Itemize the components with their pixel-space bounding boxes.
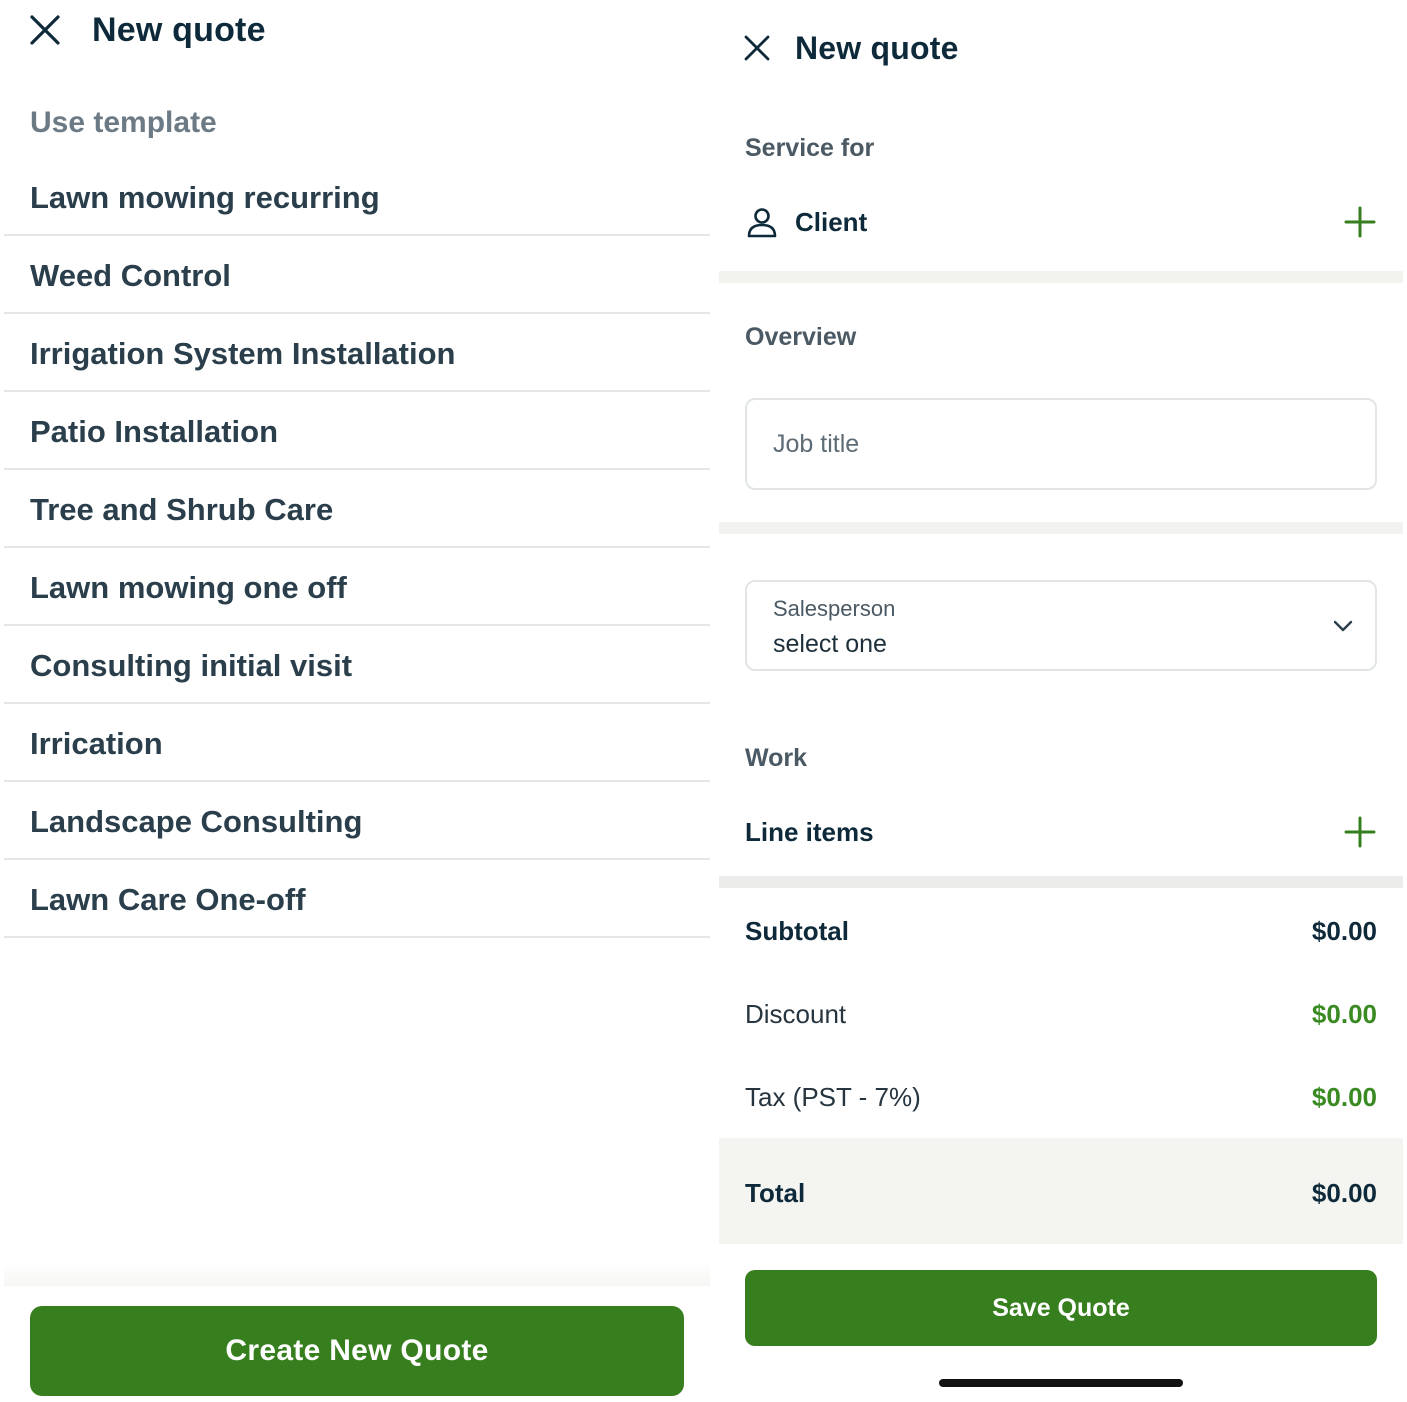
chevron-down-icon	[1333, 620, 1353, 632]
total-amount: $0.00	[1311, 1177, 1377, 1208]
discount-row[interactable]: Discount $0.00	[745, 995, 1377, 1033]
template-picker-screen: New quote Use template Lawn mowing recur…	[0, 0, 712, 1402]
template-item[interactable]: Weed Control	[4, 236, 710, 314]
client-label: Client	[795, 206, 868, 237]
salesperson-value: select one	[773, 630, 887, 658]
home-indicator[interactable]	[939, 1379, 1183, 1387]
use-template-heading: Use template	[30, 106, 217, 139]
section-divider	[719, 876, 1403, 888]
template-item[interactable]: Lawn mowing recurring	[4, 158, 710, 236]
template-item[interactable]: Tree and Shrub Care	[4, 470, 710, 548]
header: New quote	[28, 8, 266, 52]
new-quote-form-screen: New quote Service for Client Overview Jo…	[719, 0, 1403, 1402]
footer-shadow	[4, 1262, 710, 1286]
line-items-row[interactable]: Line items	[745, 810, 1377, 854]
person-icon	[747, 208, 777, 238]
subtotal-amount: $0.00	[1311, 915, 1377, 946]
total-label: Total	[745, 1177, 806, 1208]
close-icon[interactable]	[743, 34, 771, 62]
discount-amount[interactable]: $0.00	[1312, 999, 1377, 1030]
line-items-label: Line items	[745, 816, 874, 847]
close-icon[interactable]	[28, 13, 62, 47]
header: New quote	[743, 28, 959, 68]
salesperson-label: Salesperson	[773, 596, 896, 621]
work-label: Work	[745, 744, 808, 772]
template-item[interactable]: Patio Installation	[4, 392, 710, 470]
salesperson-select[interactable]: Salesperson select one	[745, 580, 1377, 671]
template-item[interactable]: Irrication	[4, 704, 710, 782]
template-item[interactable]: Lawn mowing one off	[4, 548, 710, 626]
template-item[interactable]: Irrigation System Installation	[4, 314, 710, 392]
template-item[interactable]: Lawn Care One-off	[4, 860, 710, 938]
tax-row[interactable]: Tax (PST - 7%) $0.00	[745, 1078, 1377, 1116]
add-line-item-plus-icon[interactable]	[1343, 815, 1377, 849]
template-list: Lawn mowing recurring Weed Control Irrig…	[4, 158, 710, 938]
subtotal-label: Subtotal	[745, 915, 849, 946]
overview-label: Overview	[745, 323, 857, 351]
page-title: New quote	[92, 10, 266, 49]
create-new-quote-button[interactable]: Create New Quote	[30, 1306, 684, 1396]
subtotal-row: Subtotal $0.00	[745, 912, 1377, 950]
total-row: Total $0.00	[745, 1174, 1377, 1212]
tax-amount[interactable]: $0.00	[1312, 1082, 1377, 1113]
client-row[interactable]: Client	[745, 200, 1377, 244]
service-for-label: Service for	[745, 134, 875, 162]
discount-label: Discount	[745, 998, 847, 1029]
template-item[interactable]: Landscape Consulting	[4, 782, 710, 860]
template-item[interactable]: Consulting initial visit	[4, 626, 710, 704]
tax-label: Tax (PST - 7%)	[745, 1081, 921, 1112]
job-title-input[interactable]: Job title	[745, 398, 1377, 490]
section-divider	[719, 522, 1403, 534]
add-client-plus-icon[interactable]	[1343, 205, 1377, 239]
section-divider	[719, 271, 1403, 283]
page-title: New quote	[795, 29, 959, 66]
save-quote-button[interactable]: Save Quote	[745, 1270, 1377, 1346]
